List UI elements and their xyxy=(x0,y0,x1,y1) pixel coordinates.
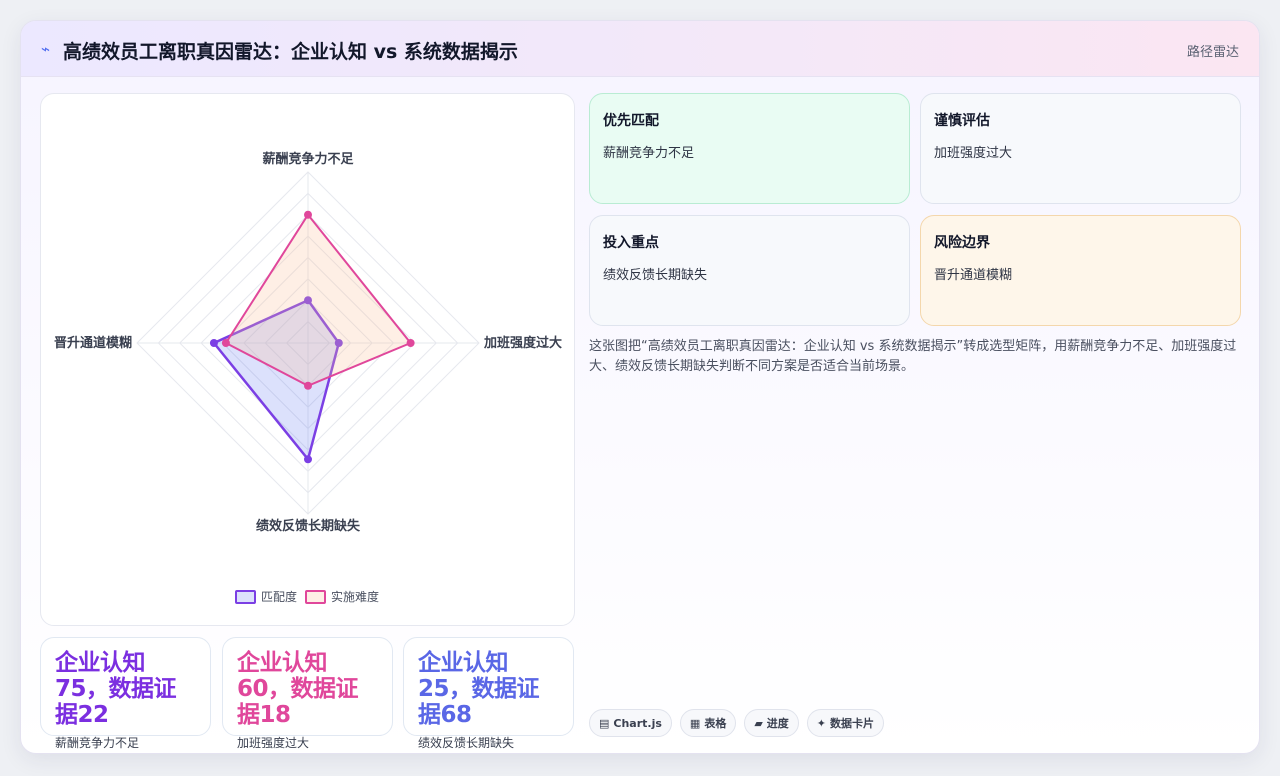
sparkle-tag-icon: ✦ xyxy=(816,716,827,730)
matrix-value-2: 加班强度过大 xyxy=(934,146,1013,161)
legend-label: 实施难度 xyxy=(331,589,379,604)
matrix-title-4: 风险边界 xyxy=(934,235,990,251)
matrix-value-4: 晋升通道模糊 xyxy=(934,268,1013,283)
legend-swatch xyxy=(235,590,256,604)
matrix-title-3: 投入重点 xyxy=(603,235,659,251)
table-tag-icon: ▦ xyxy=(689,716,701,730)
kpi-value-2: 企业认知60，数据证据18 xyxy=(237,650,359,728)
kpi-label-3: 绩效反馈长期缺失 xyxy=(418,736,515,750)
chart-description: 这张图把“高绩效员工离职真因雷达：企业认知 vs 系统数据揭示”转成选型矩阵，用… xyxy=(589,339,1237,374)
radar-axis-label: 绩效反馈长期缺失 xyxy=(256,518,361,534)
radar-axis-label: 晋升通道模糊 xyxy=(54,335,132,351)
page-title: 高绩效员工离职真因雷达：企业认知 vs 系统数据揭示 xyxy=(63,41,518,63)
radar-point xyxy=(304,210,312,219)
matrix-cell-risk: 风险边界 晋升通道模糊 xyxy=(920,215,1241,326)
radar-point xyxy=(304,381,312,390)
kpi-card-1: 企业认知75，数据证据22 薪酬竞争力不足 xyxy=(40,637,211,750)
legend-swatch xyxy=(305,590,326,604)
radar-point xyxy=(406,339,415,347)
radar-axis-label: 加班强度过大 xyxy=(483,335,562,351)
radar-axis-label: 薪酬竞争力不足 xyxy=(262,151,354,167)
kpi-card-3: 企业认知25，数据证据68 绩效反馈长期缺失 xyxy=(403,637,574,750)
tag-label: 进度 xyxy=(766,717,789,730)
matrix-value-3: 绩效反馈长期缺失 xyxy=(603,268,708,283)
tag-data-card[interactable]: ✦ 数据卡片 xyxy=(806,709,885,737)
kpi-value-3: 企业认知25，数据证据68 xyxy=(418,650,540,728)
radar-chart-panel: 薪酬竞争力不足加班强度过大绩效反馈长期缺失 晋升通道模糊匹配度 实施难度 xyxy=(40,93,575,626)
matrix-cell-priority: 优先匹配 薪酬竞争力不足 xyxy=(589,93,910,204)
tag-label: Chart.js xyxy=(613,716,662,730)
kpi-value-1: 企业认知75，数据证据22 xyxy=(55,650,177,728)
tag-table[interactable]: ▦ 表格 xyxy=(679,709,737,737)
radar-point xyxy=(209,339,218,347)
kpi-label-2: 加班强度过大 xyxy=(237,736,310,750)
matrix-title-2: 谨慎评估 xyxy=(934,113,990,129)
matrix-title-1: 优先匹配 xyxy=(603,113,659,129)
matrix-cell-invest: 投入重点 绩效反馈长期缺失 xyxy=(589,215,910,326)
main-card: ⌁ 高绩效员工离职真因雷达：企业认知 vs 系统数据揭示 路径雷达 薪酬竞争力不… xyxy=(20,20,1260,754)
progress-tag-icon: ▰ xyxy=(754,716,763,730)
kpi-label-1: 薪酬竞争力不足 xyxy=(55,736,140,750)
chart-tag-icon: ▤ xyxy=(599,716,610,730)
kpi-card-2: 企业认知60，数据证据18 加班强度过大 xyxy=(222,637,393,750)
tag-label: 数据卡片 xyxy=(830,717,875,730)
header: ⌁ 高绩效员工离职真因雷达：企业认知 vs 系统数据揭示 路径雷达 xyxy=(21,21,1259,77)
radar-point xyxy=(304,455,312,464)
chart-icon: ⌁ xyxy=(41,40,51,58)
tag-list: ▤ Chart.js ▦ 表格 ▰ 进度 ✦ 数据卡片 xyxy=(589,709,885,737)
tag-progress[interactable]: ▰ 进度 xyxy=(744,709,799,737)
radar-chart: 薪酬竞争力不足加班强度过大绩效反馈长期缺失 晋升通道模糊匹配度 实施难度 xyxy=(54,151,562,604)
radar-point xyxy=(221,339,230,347)
tag-chartjs[interactable]: ▤ Chart.js xyxy=(589,709,672,737)
header-right-label: 路径雷达 xyxy=(1186,45,1239,60)
matrix-value-1: 薪酬竞争力不足 xyxy=(603,146,695,161)
legend-label: 匹配度 xyxy=(261,589,297,604)
tag-label: 表格 xyxy=(704,717,727,730)
matrix-cell-caution: 谨慎评估 加班强度过大 xyxy=(920,93,1241,204)
